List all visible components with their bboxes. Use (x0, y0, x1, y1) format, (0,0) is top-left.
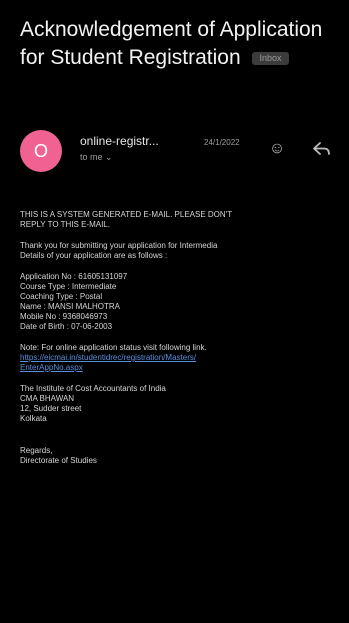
system-notice-line: REPLY TO THIS E-MAIL. (20, 220, 110, 229)
recipient-toggle[interactable]: to me ⌄ (80, 152, 113, 163)
inbox-label[interactable]: Inbox (252, 51, 289, 65)
system-notice-line: THIS IS A SYSTEM GENERATED E-MAIL. PLEAS… (20, 210, 233, 219)
detail-course-type: Course Type : Intermediate (20, 282, 117, 291)
sender-row: O online-registr... 24/1/2022 to me ⌄ ☺ (20, 130, 340, 172)
regards-block: Regards, Directorate of Studies (20, 446, 349, 466)
address-line: CMA BHAWAN (20, 394, 75, 403)
status-link-continued[interactable]: EnterAppNo.aspx (20, 363, 349, 373)
regards-line: Regards, (20, 446, 53, 455)
status-link[interactable]: https://eicmai.in/studentidrec/registrat… (20, 353, 349, 363)
address-line: The Institute of Cost Accountants of Ind… (20, 384, 166, 393)
detail-date-of-birth: Date of Birth : 07-06-2003 (20, 322, 113, 331)
address-line: Kolkata (20, 414, 47, 423)
detail-mobile-no: Mobile No : 9368046973 (20, 312, 108, 321)
address-block: The Institute of Cost Accountants of Ind… (20, 384, 349, 424)
email-subject: Acknowledgement of Application for Stude… (20, 16, 338, 72)
smiley-icon[interactable]: ☺ (268, 140, 286, 158)
intro-paragraph: Thank you for submitting your applicatio… (20, 241, 349, 261)
recipient-label: to me (80, 152, 103, 162)
note-paragraph: Note: For online application status visi… (20, 343, 349, 373)
system-notice: THIS IS A SYSTEM GENERATED E-MAIL. PLEAS… (20, 210, 349, 230)
avatar[interactable]: O (20, 130, 62, 172)
email-body: THIS IS A SYSTEM GENERATED E-MAIL. PLEAS… (20, 210, 349, 477)
email-date: 24/1/2022 (204, 138, 240, 147)
address-line: 12, Sudder street (20, 404, 82, 413)
detail-application-no: Application No : 61605131097 (20, 272, 128, 281)
sender-name[interactable]: online-registr... (80, 134, 159, 148)
detail-coaching-type: Coaching Type : Postal (20, 292, 103, 301)
email-screen: Acknowledgement of Application for Stude… (0, 0, 349, 623)
note-text: Note: For online application status visi… (20, 343, 207, 352)
detail-name: Name : MANSI MALHOTRA (20, 302, 121, 311)
intro-line: Thank you for submitting your applicatio… (20, 241, 218, 250)
signature-line: Directorate of Studies (20, 456, 97, 465)
reply-icon[interactable] (312, 140, 332, 158)
application-details: Application No : 61605131097 Course Type… (20, 272, 349, 332)
intro-line: Details of your application are as follo… (20, 251, 168, 260)
